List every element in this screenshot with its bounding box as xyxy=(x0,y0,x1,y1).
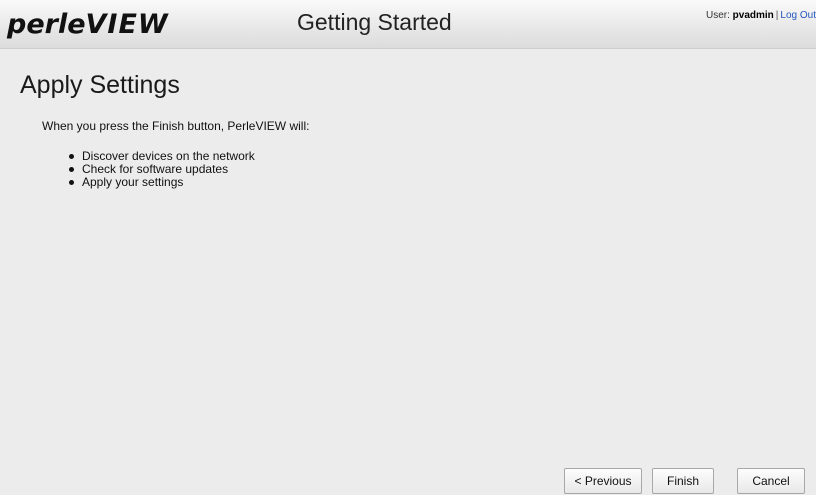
intro-text: When you press the Finish button, PerleV… xyxy=(42,119,310,133)
user-info: User: pvadmin | Log Out xyxy=(706,10,816,21)
user-label: User: xyxy=(705,10,730,21)
cancel-button[interactable]: Cancel xyxy=(737,468,805,494)
action-list: Discover devices on the network Check fo… xyxy=(42,150,255,189)
finish-button[interactable]: Finish xyxy=(652,468,714,494)
list-item-apply: Apply your settings xyxy=(69,176,255,189)
user-separator: | xyxy=(775,10,779,21)
perleview-logo: perleVIEW xyxy=(7,9,169,40)
previous-button[interactable]: < Previous xyxy=(564,468,642,494)
app-header: perleVIEW Getting Started User: pvadmin |… xyxy=(0,0,816,49)
user-name: pvadmin xyxy=(732,10,774,21)
logo-suffix: VIEW xyxy=(85,9,169,40)
section-title: Apply Settings xyxy=(20,71,180,99)
logout-link[interactable]: Log Out xyxy=(780,10,816,21)
page-heading: Getting Started xyxy=(297,9,452,35)
logo-prefix: perle xyxy=(7,9,86,40)
main-content: Apply Settings When you press the Finish… xyxy=(0,49,816,495)
